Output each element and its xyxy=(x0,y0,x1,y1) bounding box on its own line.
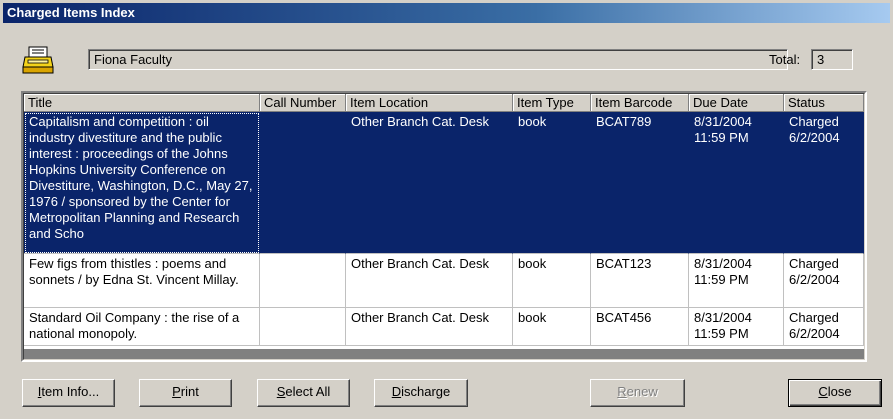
total-count-field: 3 xyxy=(811,49,853,70)
item-info-label: tem Info... xyxy=(41,384,100,399)
renew-button[interactable]: Renew xyxy=(590,379,685,407)
table-row[interactable]: Standard Oil Company : the rise of a nat… xyxy=(24,308,864,346)
print-button[interactable]: Print xyxy=(139,379,232,407)
discharge-label: ischarge xyxy=(401,384,451,399)
window-title[interactable]: Charged Items Index xyxy=(3,3,890,23)
discharge-mnemonic: D xyxy=(391,384,402,399)
close-button[interactable]: Close xyxy=(788,379,882,407)
table-header: Title Call Number Item Location Item Typ… xyxy=(24,94,864,112)
cell-item-type: book xyxy=(513,308,591,346)
cell-status: Charged 6/2/2004 xyxy=(784,112,864,254)
column-header-item-location[interactable]: Item Location xyxy=(346,94,513,112)
cell-status: Charged 6/2/2004 xyxy=(784,308,864,346)
cell-item-type: book xyxy=(513,112,591,254)
table-frame: Title Call Number Item Location Item Typ… xyxy=(23,93,865,360)
cell-call-number xyxy=(260,254,346,308)
cell-call-number xyxy=(260,308,346,346)
column-header-title[interactable]: Title xyxy=(24,94,260,112)
cell-item-location: Other Branch Cat. Desk xyxy=(346,308,513,346)
column-header-due-date[interactable]: Due Date xyxy=(689,94,784,112)
select-all-button[interactable]: Select All xyxy=(257,379,350,407)
select-all-label: elect All xyxy=(285,384,331,399)
charged-items-window: Charged Items Index Fiona Faculty Total:… xyxy=(0,0,893,419)
renew-mnemonic: R xyxy=(617,384,627,399)
cell-item-barcode: BCAT789 xyxy=(591,112,689,254)
cell-due-date: 8/31/2004 11:59 PM xyxy=(689,112,784,254)
charged-items-table[interactable]: Title Call Number Item Location Item Typ… xyxy=(21,91,867,362)
print-label: rint xyxy=(180,384,199,399)
column-header-item-barcode[interactable]: Item Barcode xyxy=(591,94,689,112)
column-header-status[interactable]: Status xyxy=(784,94,864,112)
printer-icon xyxy=(22,46,54,74)
cell-title: Standard Oil Company : the rise of a nat… xyxy=(24,308,260,346)
cell-item-barcode: BCAT123 xyxy=(591,254,689,308)
table-horizontal-scrollbar[interactable] xyxy=(24,349,864,359)
cell-title: Few figs from thistles : poems and sonne… xyxy=(24,254,260,308)
column-header-item-type[interactable]: Item Type xyxy=(513,94,591,112)
column-header-call-number[interactable]: Call Number xyxy=(260,94,346,112)
print-mnemonic: P xyxy=(172,384,181,399)
cell-title: Capitalism and competition : oil industr… xyxy=(24,112,260,254)
renew-label: enew xyxy=(626,384,658,399)
cell-item-barcode: BCAT456 xyxy=(591,308,689,346)
patron-name-field: Fiona Faculty xyxy=(88,49,788,70)
cell-call-number xyxy=(260,112,346,254)
close-mnemonic: C xyxy=(818,384,828,399)
discharge-button[interactable]: Discharge xyxy=(374,379,468,407)
item-info-button[interactable]: Item Info... xyxy=(22,379,115,407)
cell-item-location: Other Branch Cat. Desk xyxy=(346,254,513,308)
close-label: lose xyxy=(827,384,852,399)
total-label: Total: xyxy=(769,52,801,67)
cell-item-location: Other Branch Cat. Desk xyxy=(346,112,513,254)
cell-due-date: 8/31/2004 11:59 PM xyxy=(689,254,784,308)
table-row[interactable]: Few figs from thistles : poems and sonne… xyxy=(24,254,864,308)
cell-status: Charged 6/2/2004 xyxy=(784,254,864,308)
cell-item-type: book xyxy=(513,254,591,308)
cell-due-date: 8/31/2004 11:59 PM xyxy=(689,308,784,346)
table-row[interactable]: Capitalism and competition : oil industr… xyxy=(24,112,864,254)
